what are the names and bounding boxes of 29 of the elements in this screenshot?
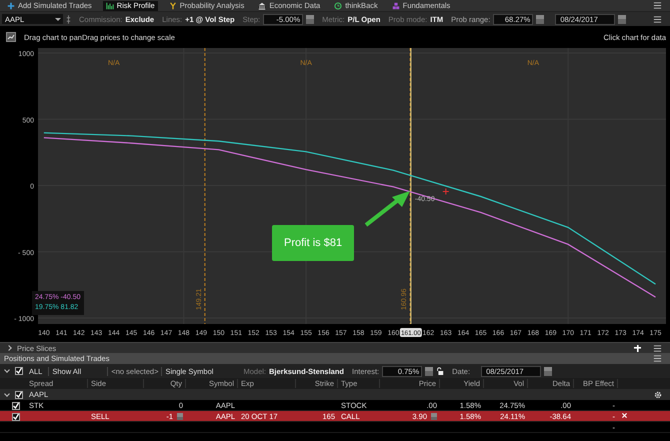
- fork-icon: [168, 2, 177, 10]
- spinner-icon[interactable]: [536, 14, 544, 24]
- all-checkbox[interactable]: [15, 367, 23, 375]
- spinner-icon[interactable]: [306, 14, 314, 24]
- plus-icon: [7, 2, 15, 10]
- remove-icon[interactable]: [621, 412, 628, 418]
- cross-marker-icon: [442, 188, 450, 195]
- profit-callout: Profit is $81: [272, 225, 354, 261]
- group-checkbox[interactable]: [15, 390, 23, 398]
- add-button[interactable]: [634, 344, 641, 352]
- clock-icon: [334, 2, 342, 10]
- collapse-icon[interactable]: [4, 367, 10, 373]
- settings-icon[interactable]: [654, 390, 662, 398]
- menu-icon[interactable]: [653, 1, 662, 10]
- bank-icon: [258, 2, 266, 10]
- menu-icon[interactable]: [653, 354, 662, 363]
- lock-icon[interactable]: [436, 367, 444, 375]
- spinner-icon[interactable]: [425, 366, 434, 376]
- spinner-icon[interactable]: [618, 14, 626, 24]
- chart-icon[interactable]: [6, 32, 16, 42]
- chart-icon: [106, 2, 114, 10]
- row-checkbox[interactable]: [12, 412, 20, 420]
- link-icon[interactable]: [66, 14, 71, 24]
- row-checkbox[interactable]: [12, 402, 20, 410]
- menu-icon[interactable]: [653, 344, 662, 352]
- blocks-icon: [392, 2, 400, 10]
- callout-arrow: [362, 189, 412, 229]
- menu-icon[interactable]: [653, 14, 662, 24]
- spinner-icon[interactable]: [544, 366, 552, 376]
